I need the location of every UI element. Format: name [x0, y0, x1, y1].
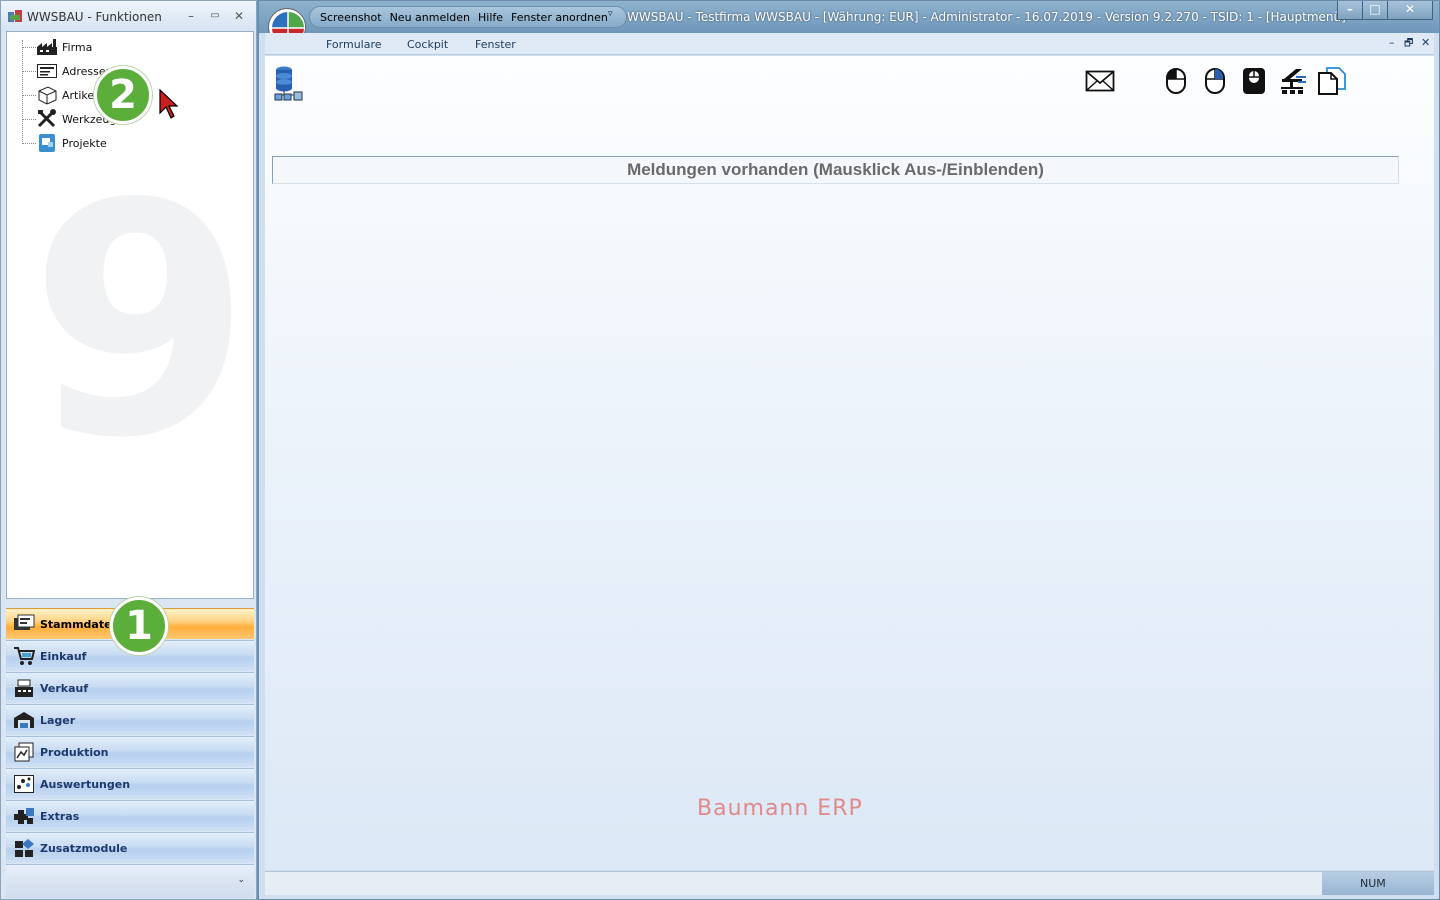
minimize-button[interactable]: – [182, 7, 200, 25]
mouse-cursor-icon [159, 89, 179, 119]
status-bar: NUM [265, 871, 1434, 895]
tools-icon [36, 109, 58, 129]
mouse-left-icon[interactable] [1160, 66, 1192, 96]
tree-item-projekte[interactable]: Projekte [22, 132, 107, 154]
qat-fenster-anordnen[interactable]: Fenster anordnen [511, 11, 608, 24]
main-titlebar[interactable]: Screenshot Neu anmelden Hilfe Fenster an… [259, 1, 1439, 33]
nav-label: Zusatzmodule [40, 841, 128, 855]
tree-item-firma[interactable]: Firma [22, 36, 92, 58]
workspace: Meldungen vorhanden (Mausklick Aus-/Einb… [265, 56, 1434, 870]
status-indicators: NUM [1322, 872, 1434, 895]
menu-fenster[interactable]: Fenster [475, 38, 516, 51]
messages-toggle-bar[interactable]: Meldungen vorhanden (Mausklick Aus-/Einb… [272, 156, 1399, 184]
mail-icon[interactable] [1084, 66, 1116, 96]
tree-item-artikel[interactable]: Artikel [22, 84, 97, 106]
menu-formulare[interactable]: Formulare [326, 38, 382, 51]
nav-extras[interactable]: Extras [6, 800, 254, 831]
nav-produktion[interactable]: Produktion [6, 736, 254, 767]
tree-label: Projekte [62, 136, 107, 150]
nav-label: Auswertungen [40, 777, 131, 791]
menu-cockpit[interactable]: Cockpit [407, 38, 448, 51]
qat-neu-anmelden[interactable]: Neu anmelden [390, 11, 470, 24]
project-icon [36, 133, 58, 153]
mouse-dark-icon[interactable] [1238, 66, 1270, 96]
functions-title: WWSBAU - Funktionen [27, 10, 162, 24]
production-icon [12, 741, 36, 763]
app-icon [8, 10, 22, 22]
mdi-close-button[interactable]: ✕ [1421, 36, 1430, 49]
master-data-icon [12, 613, 36, 635]
tree-label: Artikel [62, 88, 98, 102]
main-title: WWSBAU - Testfirma WWSBAU - [Währung: EU… [627, 10, 1346, 24]
mdi-minimize-button[interactable]: – [1389, 36, 1395, 49]
documents-icon[interactable] [1316, 66, 1348, 96]
main-maximize-button[interactable]: □ [1362, 1, 1388, 20]
quick-access-toolbar: Screenshot Neu anmelden Hilfe Fenster an… [309, 6, 627, 28]
modules-icon [12, 837, 36, 859]
main-window: Screenshot Neu anmelden Hilfe Fenster an… [258, 0, 1440, 900]
nav-verkauf[interactable]: Verkauf [6, 672, 254, 703]
main-close-button[interactable]: ✕ [1387, 1, 1433, 20]
factory-icon [36, 37, 58, 57]
chevron-down-icon[interactable]: ⌄ [237, 875, 245, 885]
nav-label: Produktion [40, 745, 109, 759]
network-icon[interactable] [1277, 66, 1309, 96]
shopping-cart-icon [12, 645, 36, 667]
qat-hilfe[interactable]: Hilfe [478, 11, 503, 24]
mouse-right-icon[interactable] [1199, 66, 1231, 96]
version-watermark: 9 [29, 136, 252, 508]
nav-label: Lager [40, 713, 76, 727]
qat-customize-icon[interactable]: ▿ [608, 9, 613, 19]
menu-bar: Formulare Cockpit Fenster – 🗗 ✕ [265, 33, 1434, 55]
close-button[interactable]: ✕ [230, 7, 248, 25]
analysis-icon [12, 773, 36, 795]
maximize-button[interactable]: ▭ [206, 7, 224, 25]
nav-lager[interactable]: Lager [6, 704, 254, 735]
nav-footer[interactable]: ⌄ [6, 864, 254, 898]
address-card-icon [36, 61, 58, 81]
cash-register-icon [12, 677, 36, 699]
mdi-restore-button[interactable]: 🗗 [1404, 36, 1413, 53]
functions-titlebar[interactable]: WWSBAU - Funktionen – ▭ ✕ [1, 1, 256, 31]
tree-label: Firma [62, 40, 93, 54]
nav-label: Extras [40, 809, 80, 823]
qat-screenshot[interactable]: Screenshot [320, 11, 382, 24]
main-minimize-button[interactable]: – [1337, 1, 1363, 20]
box-icon [36, 85, 58, 105]
step-badge-1: 1 [110, 597, 168, 655]
nav-label: Verkauf [40, 681, 89, 695]
nav-auswertungen[interactable]: Auswertungen [6, 768, 254, 799]
step-badge-2: 2 [94, 66, 152, 124]
warehouse-icon [12, 709, 36, 731]
extras-icon [12, 805, 36, 827]
database-icon[interactable] [274, 65, 304, 101]
functions-window: WWSBAU - Funktionen – ▭ ✕ 9 Firma Adress… [0, 0, 257, 900]
brand-label: Baumann ERP [697, 796, 863, 821]
num-lock-indicator: NUM [1360, 877, 1386, 890]
nav-label: Einkauf [40, 649, 87, 663]
nav-label: Stammdaten [40, 617, 120, 631]
nav-zusatzmodule[interactable]: Zusatzmodule [6, 832, 254, 863]
